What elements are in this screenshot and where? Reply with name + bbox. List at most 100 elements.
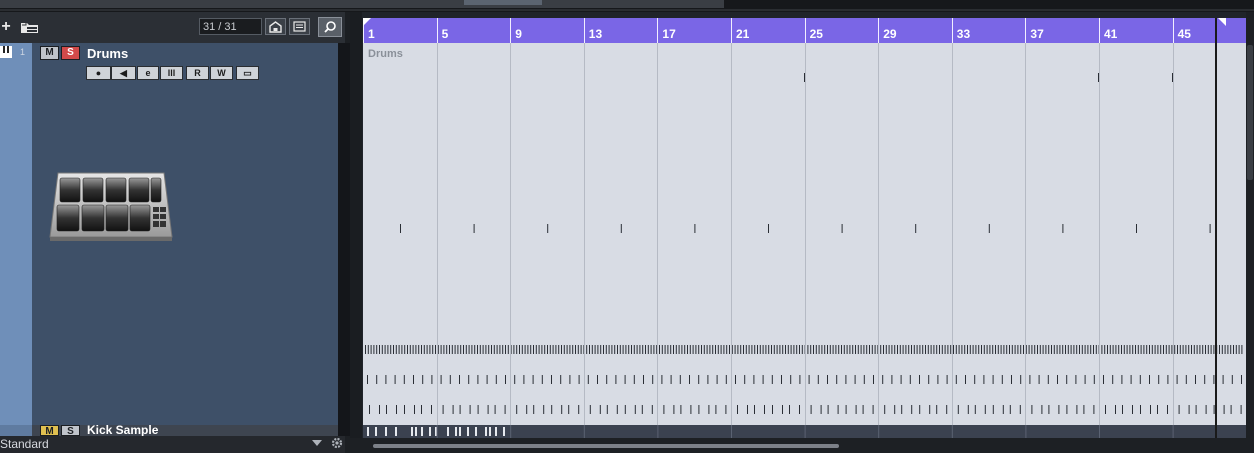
solo-button[interactable]: S	[61, 425, 80, 436]
edit-instrument-button[interactable]: e	[137, 66, 159, 80]
midi-note	[614, 345, 616, 354]
bar-ruler[interactable]: 1591317212529333741454	[363, 18, 1254, 43]
write-automation-button[interactable]: W	[210, 66, 233, 80]
list-view-icon[interactable]	[289, 18, 310, 35]
midi-note	[1151, 345, 1153, 354]
drums-event-lane[interactable]: Drums	[363, 43, 1248, 425]
gear-icon[interactable]	[330, 436, 344, 450]
midi-note	[764, 405, 765, 414]
panel-divider[interactable]	[338, 43, 350, 436]
midi-note	[608, 345, 610, 354]
midi-note	[625, 345, 627, 354]
kick-event	[485, 427, 487, 436]
midi-note	[513, 345, 515, 354]
lane-view-button[interactable]: ▭	[236, 66, 259, 80]
midi-note	[894, 345, 896, 354]
midi-note	[967, 345, 968, 354]
midi-note	[694, 224, 696, 233]
chevron-down-icon[interactable]	[311, 439, 323, 447]
mute-button[interactable]: M	[40, 425, 59, 436]
preset-label[interactable]: Standard	[0, 437, 49, 451]
midi-note	[645, 345, 646, 354]
bar-number: 25	[809, 27, 823, 41]
midi-note	[659, 345, 660, 354]
midi-note	[533, 345, 534, 354]
midi-note	[418, 345, 420, 354]
horizontal-scroll-thumb[interactable]	[373, 444, 839, 448]
midi-note	[751, 345, 753, 354]
instrument-settings-button[interactable]: lll	[160, 66, 183, 80]
midi-note	[549, 345, 551, 354]
midi-note	[603, 345, 604, 354]
midi-note	[1241, 375, 1242, 384]
track-name[interactable]: Drums	[87, 46, 128, 61]
bar-gridline	[1172, 43, 1174, 425]
track-counter: 31 / 31	[199, 18, 262, 35]
read-automation-button[interactable]: R	[186, 66, 209, 80]
midi-note	[547, 224, 549, 233]
bar-number: 1	[368, 27, 375, 41]
record-enable-button[interactable]: ●	[86, 66, 111, 80]
track-kick-sample[interactable]: M S Kick Sample	[0, 425, 338, 436]
midi-note	[1231, 375, 1233, 384]
midi-note	[541, 375, 543, 384]
kick-event	[385, 427, 387, 436]
midi-note	[1109, 345, 1111, 354]
midi-note	[589, 345, 590, 354]
midi-note	[1065, 345, 1066, 354]
midi-note	[617, 345, 618, 354]
solo-button[interactable]: S	[61, 46, 80, 60]
midi-note	[1167, 375, 1169, 384]
midi-note	[872, 405, 874, 414]
midi-note	[620, 224, 622, 233]
midi-note	[404, 405, 405, 414]
vertical-scroll-thumb[interactable]	[1247, 45, 1253, 180]
track-drums[interactable]: 1 M S Drums ● ◀ e lll R W ▭	[0, 43, 338, 425]
monitor-button[interactable]: ◀	[111, 66, 136, 80]
home-icon[interactable]	[265, 18, 286, 35]
midi-note	[1210, 345, 1212, 354]
midi-note	[394, 375, 396, 384]
midi-note	[587, 375, 589, 384]
add-folder-icon[interactable]	[19, 18, 41, 36]
mute-button[interactable]: M	[40, 46, 59, 60]
midi-note	[725, 405, 727, 414]
midi-note	[555, 345, 557, 354]
midi-note	[1179, 345, 1181, 354]
kick-event	[455, 427, 457, 436]
status-bar: Standard	[0, 436, 345, 453]
add-track-icon[interactable]: +	[0, 18, 12, 36]
midi-note	[600, 345, 602, 354]
kick-sample-lane[interactable]	[363, 425, 1246, 438]
midi-note	[967, 405, 969, 414]
midi-note	[726, 345, 728, 354]
overview-thumb[interactable]	[464, 0, 542, 5]
midi-note	[552, 345, 554, 354]
midi-note	[1039, 345, 1041, 354]
track-name[interactable]: Kick Sample	[87, 425, 158, 436]
midi-note	[516, 405, 518, 414]
project-cursor[interactable]	[1215, 18, 1217, 438]
midi-note	[369, 405, 370, 414]
midi-note	[460, 345, 462, 354]
midi-note	[740, 345, 742, 354]
midi-note	[747, 405, 748, 414]
bar-gridline	[1025, 43, 1027, 425]
midi-note	[1238, 345, 1240, 354]
midi-note	[690, 405, 692, 414]
midi-note	[485, 345, 487, 354]
midi-note	[1067, 345, 1069, 354]
midi-note	[1235, 345, 1237, 354]
midi-note	[776, 345, 778, 354]
midi-note	[992, 345, 994, 354]
midi-note	[790, 345, 792, 354]
midi-note	[1105, 405, 1106, 414]
midi-note	[538, 345, 540, 354]
midi-note	[643, 375, 644, 384]
midi-note	[577, 345, 579, 354]
midi-note	[1167, 405, 1168, 414]
search-button[interactable]	[318, 17, 342, 37]
midi-note	[701, 345, 702, 354]
midi-note	[964, 345, 966, 354]
midi-note	[913, 345, 915, 354]
